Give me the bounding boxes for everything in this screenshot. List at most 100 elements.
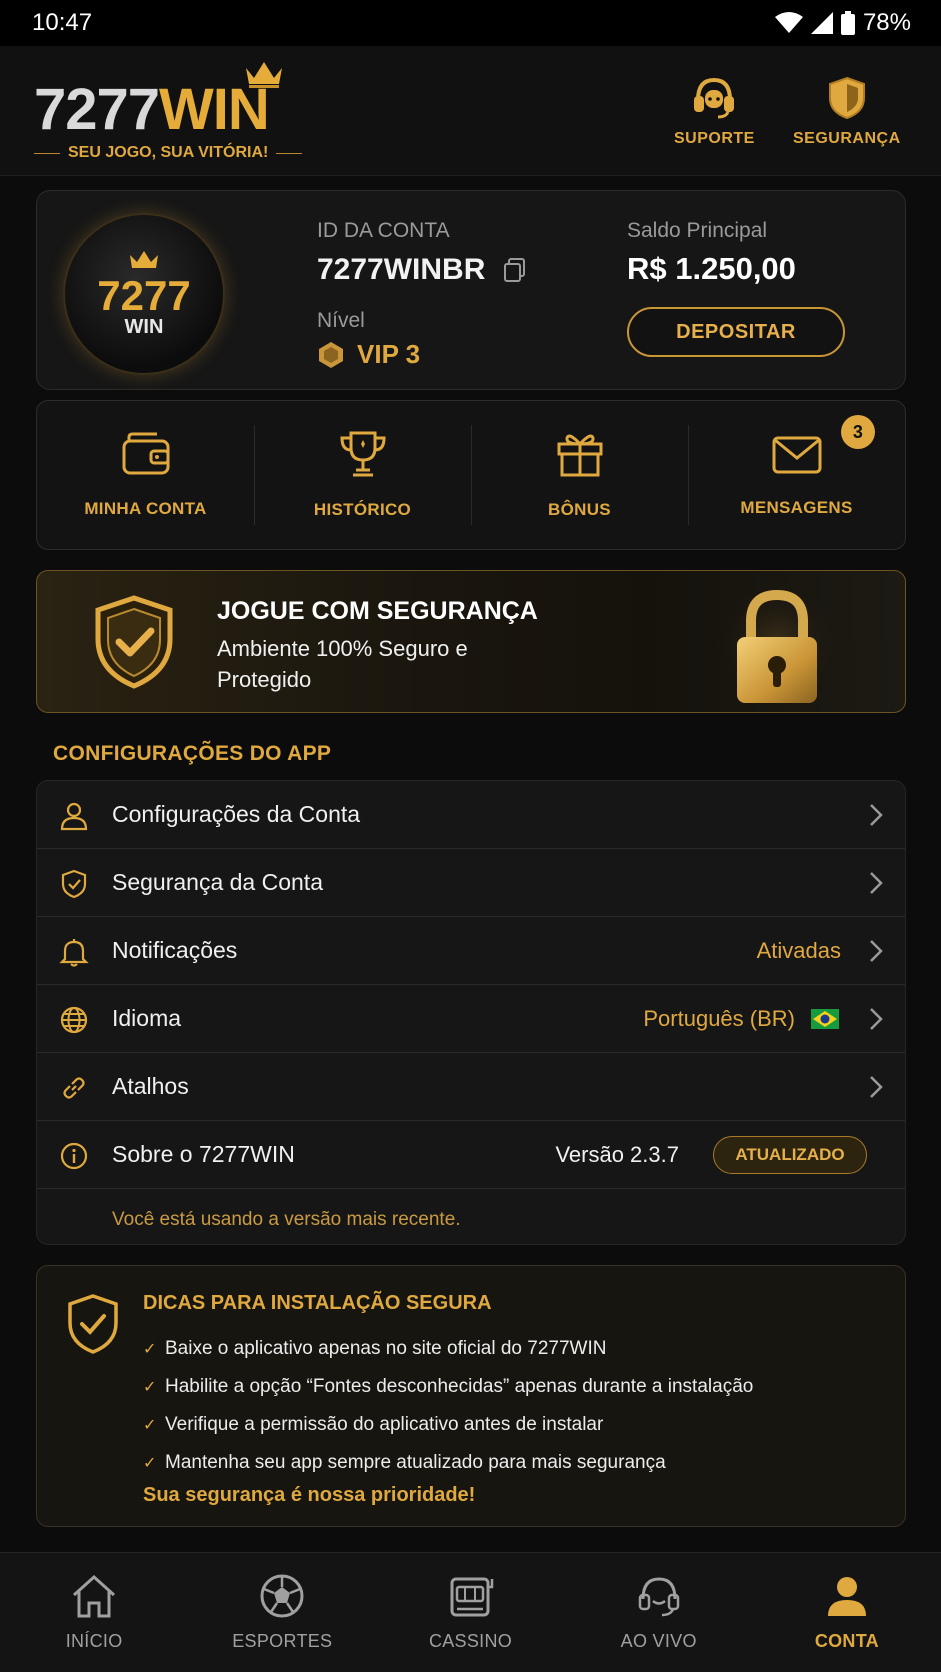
settings-row-label: Sobre o 7277WIN <box>112 1141 295 1167</box>
support-label: SUPORTE <box>674 130 755 147</box>
status-icons: 78% <box>774 9 911 37</box>
settings-row-shortcuts[interactable]: Atalhos <box>37 1053 905 1121</box>
nav-sports[interactable]: ESPORTES <box>188 1553 376 1672</box>
nav-label: CASSINO <box>428 1631 513 1651</box>
logo-tagline: SEU JOGO, SUA VITÓRIA! <box>68 144 269 161</box>
brazil-flag-icon <box>811 1009 839 1029</box>
tip-item: ✓ Baixe o aplicativo apenas no site ofici… <box>143 1330 753 1368</box>
user-icon <box>827 1577 866 1616</box>
soccer-ball-icon <box>260 1574 304 1618</box>
check-icon: ✓ <box>143 1341 157 1358</box>
gift-icon <box>557 434 602 477</box>
logo-tagline-row: SEU JOGO, SUA VITÓRIA! <box>34 144 303 162</box>
account-id-value: 7277WINBR <box>317 253 486 286</box>
settings-row-label: Atalhos <box>112 1073 189 1099</box>
nav-label: INÍCIO <box>65 1631 123 1651</box>
nav-label: CONTA <box>814 1631 879 1651</box>
quick-action-label: MENSAGENS <box>740 498 853 517</box>
settings-row-security[interactable]: Segurança da Conta <box>37 849 905 917</box>
nav-account[interactable]: CONTA <box>753 1553 941 1672</box>
vip-level: VIP 3 <box>317 339 420 370</box>
tip-item: ✓ Habilite a opção “Fontes desconhecidas”… <box>143 1368 753 1406</box>
level-label: Nível <box>317 309 365 332</box>
quick-action-my-account[interactable]: MINHA CONTA <box>37 401 254 549</box>
balance-value: R$ 1.250,00 <box>627 251 796 286</box>
wifi-icon <box>774 12 803 33</box>
quick-action-label: HISTÓRICO <box>313 500 412 519</box>
link-icon <box>63 1077 85 1099</box>
nav-live[interactable]: AO VIVO <box>565 1553 753 1672</box>
quick-action-history[interactable]: HISTÓRICO <box>254 401 471 549</box>
tip-item: ✓ Mantenha seu app sempre atualizado para… <box>143 1444 753 1482</box>
settings-list: Configurações da Conta Segurança da Cont… <box>36 780 906 1245</box>
nav-home[interactable]: INÍCIO <box>0 1553 188 1672</box>
chevron-right-icon <box>870 1076 883 1098</box>
security-banner-subtitle: Ambiente 100% Seguro e Protegido <box>217 636 468 692</box>
security-banner[interactable]: JOGUE COM SEGURANÇA Ambiente 100% Seguro… <box>36 570 906 713</box>
support-button[interactable]: SUPORTE <box>674 76 755 148</box>
nav-casino[interactable]: CASSINO <box>376 1553 564 1672</box>
shield-check-icon <box>95 595 173 689</box>
settings-row-account[interactable]: Configurações da Conta <box>37 781 905 849</box>
brand-logo[interactable]: 7277WIN SEU JOGO, SUA VITÓRIA! <box>34 54 304 164</box>
settings-row-language[interactable]: Idioma Português (BR) <box>37 985 905 1053</box>
tip-text: Baixe o aplicativo apenas no site oficia… <box>165 1338 607 1359</box>
security-banner-title: JOGUE COM SEGURANÇA <box>217 597 538 625</box>
tip-item: ✓ Verifique a permissão do aplicativo ant… <box>143 1406 753 1444</box>
avatar-text: WIN <box>124 315 164 338</box>
quick-action-label: BÔNUS <box>548 500 611 519</box>
headset-icon <box>638 1577 679 1617</box>
slot-machine-icon <box>450 1577 493 1617</box>
tip-text: Verifique a permissão do aplicativo ante… <box>165 1414 604 1435</box>
settings-row-notifications[interactable]: Notificações Ativadas <box>37 917 905 985</box>
nav-label: AO VIVO <box>620 1631 697 1651</box>
quick-actions: MINHA CONTA HISTÓRICO BÔNUS MENSAGENS 3 <box>36 400 906 550</box>
crown-icon <box>130 250 158 268</box>
info-icon <box>60 1142 88 1170</box>
balance-label: Saldo Principal <box>627 219 768 242</box>
check-icon: ✓ <box>143 1417 157 1434</box>
shield-check-icon <box>68 1294 118 1354</box>
mail-icon <box>772 436 821 474</box>
tips-list: ✓ Baixe o aplicativo apenas no site ofici… <box>143 1330 753 1482</box>
bell-icon <box>59 939 89 967</box>
wallet-icon <box>122 432 169 475</box>
chevron-right-icon <box>870 1008 883 1030</box>
shield-icon <box>828 76 865 120</box>
home-icon <box>73 1574 116 1618</box>
tip-text: Mantenha seu app sempre atualizado para … <box>165 1452 666 1473</box>
globe-icon <box>60 1006 88 1034</box>
account-id-row: 7277WINBR <box>317 253 527 287</box>
logo-wordmark: 7277WIN <box>34 76 270 143</box>
account-id-label: ID DA CONTA <box>317 219 450 242</box>
settings-row-about[interactable]: Sobre o 7277WIN Versão 2.3.7 ATUALIZADO <box>37 1121 905 1189</box>
install-tips-card: DICAS PARA INSTALAÇÃO SEGURA ✓ Baixe o ap… <box>36 1265 906 1527</box>
chevron-right-icon <box>870 940 883 962</box>
chevron-right-icon <box>870 804 883 826</box>
trophy-icon <box>339 431 386 477</box>
cellular-signal-icon <box>810 12 833 34</box>
vip-badge-icon <box>319 341 343 368</box>
updated-badge: ATUALIZADO <box>713 1135 867 1174</box>
settings-row-label: Notificações <box>112 937 238 963</box>
bottom-navigation: INÍCIO ESPORTES CASSINO AO VIVO CONTA <box>0 1552 941 1672</box>
status-bar: 10:47 78% <box>0 0 941 46</box>
quick-action-messages[interactable]: MENSAGENS 3 <box>688 401 905 549</box>
security-button[interactable]: SEGURANÇA <box>793 76 901 148</box>
version-note: Você está usando a versão mais recente. <box>112 1209 461 1230</box>
app-header: 7277WIN SEU JOGO, SUA VITÓRIA! SUPORTE S… <box>0 46 941 176</box>
shield-check-icon <box>61 869 87 899</box>
notifications-status: Ativadas <box>756 937 841 963</box>
app-version: Versão 2.3.7 <box>555 1141 679 1167</box>
tips-title: DICAS PARA INSTALAÇÃO SEGURA <box>143 1292 492 1314</box>
status-time: 10:47 <box>32 9 93 36</box>
tip-text: Habilite a opção “Fontes desconhecidas” … <box>165 1376 754 1397</box>
avatar-number: 7277 <box>97 271 191 319</box>
check-icon: ✓ <box>143 1379 157 1396</box>
deposit-button[interactable]: DEPOSITAR <box>627 307 845 357</box>
copy-icon[interactable] <box>503 257 527 283</box>
logo-part-1: 7277 <box>34 77 160 142</box>
account-card: 7277 WIN ID DA CONTA 7277WINBR Nível VIP… <box>36 190 906 390</box>
quick-action-bonus[interactable]: BÔNUS <box>471 401 688 549</box>
avatar[interactable]: 7277 WIN <box>63 213 225 375</box>
